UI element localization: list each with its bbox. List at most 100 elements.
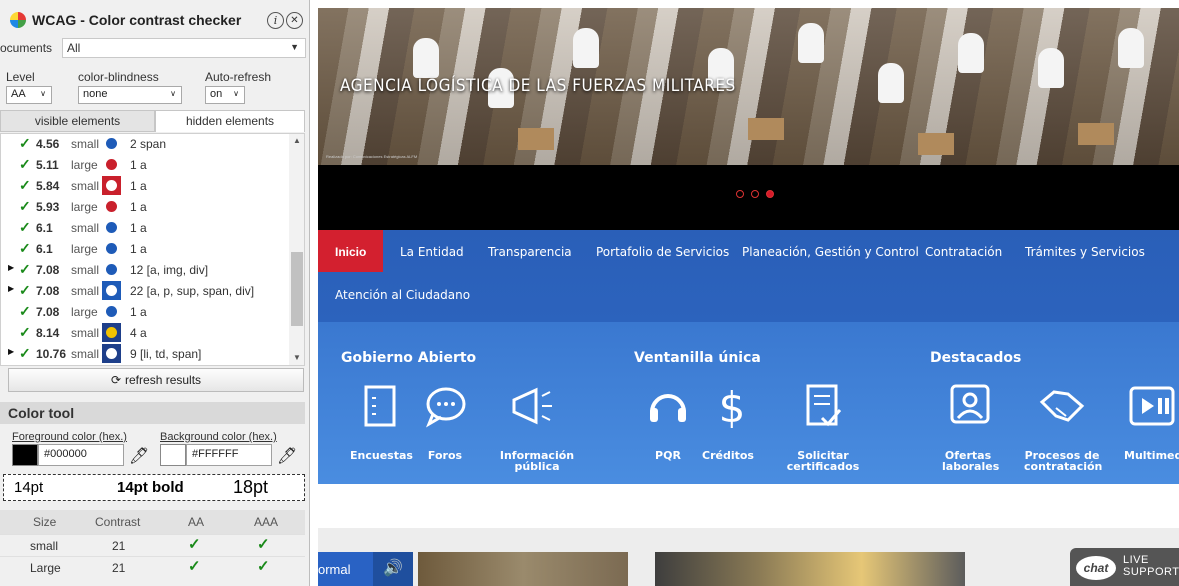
text-size: large [71,242,98,256]
background-swatch[interactable] [160,444,186,466]
expand-arrow-icon[interactable]: ▶ [8,284,14,293]
color-swatch[interactable] [102,344,121,363]
scroll-thumb[interactable] [291,252,303,326]
nav-item-atencion[interactable]: Atención al Ciudadano [335,288,470,302]
nav-item-contratacion[interactable]: Contratación [925,245,1002,259]
service-creditos[interactable]: Créditos [700,450,756,461]
dollar-icon[interactable]: $ [708,382,756,430]
scroll-up-icon[interactable]: ▲ [293,136,301,145]
result-row[interactable]: ▶ ✓ 7.08 small 12 [a, img, div] [1,260,289,279]
multimedia-icon[interactable] [1128,382,1176,430]
color-swatch[interactable] [102,323,121,342]
live-label: LIVE [1123,554,1149,566]
info-icon[interactable]: i [267,12,284,29]
wcag-panel: WCAG - Color contrast checker i ✕ ocumen… [0,0,310,586]
main-nav: Inicio La Entidad Transparencia Portafol… [318,230,1179,322]
color-swatch[interactable] [102,218,121,237]
foreground-swatch[interactable] [12,444,38,466]
row-size: Large [30,561,61,575]
pass-check-icon: ✓ [19,156,31,172]
result-row[interactable]: ▶ ✓ 7.08 small 22 [a, p, sup, span, div] [1,281,289,300]
result-row[interactable]: ✓ 8.14 small 4 a [1,323,289,342]
scroll-down-icon[interactable]: ▼ [293,353,301,362]
nav-item-planeacion[interactable]: Planeación, Gestión y Control [742,245,919,259]
service-informacion-publica[interactable]: Información pública [482,450,592,472]
result-row[interactable]: ▶ ✓ 10.76 small 9 [li, td, span] [1,344,289,363]
nav-item-transparencia[interactable]: Transparencia [488,245,572,259]
news-thumbnail[interactable] [655,552,965,586]
contrast-toggle-button[interactable]: ormal [318,552,373,586]
result-row[interactable]: ✓ 7.08 large 1 a [1,302,289,321]
chevron-down-icon: ∨ [40,89,46,98]
level-select[interactable]: AA ∨ [6,86,52,104]
color-swatch[interactable] [102,197,121,216]
tab-visible-elements[interactable]: visible elements [0,110,155,132]
element-count: 1 a [130,305,147,319]
news-thumbnail[interactable] [418,552,628,586]
result-row[interactable]: ✓ 5.84 small 1 a [1,176,289,195]
row-contrast: 21 [112,561,126,575]
result-row[interactable]: ✓ 6.1 large 1 a [1,239,289,258]
expand-arrow-icon[interactable]: ▶ [8,263,14,272]
hero-banner[interactable]: AGENCIA LOGÍSTICA DE LAS FUERZAS MILITAR… [318,8,1179,165]
contrast-ratio: 4.56 [36,137,60,151]
headset-icon[interactable] [644,382,692,430]
color-swatch[interactable] [102,281,121,300]
certificate-icon[interactable] [798,382,846,430]
service-certificados[interactable]: Solicitar certificados [768,450,878,472]
nav-item-portafolio[interactable]: Portafolio de Servicios [596,245,729,259]
pass-check-icon: ✓ [19,135,31,151]
color-swatch[interactable] [102,260,121,279]
result-row[interactable]: ✓ 5.93 large 1 a [1,197,289,216]
slider-dot-3[interactable] [766,190,774,198]
expand-arrow-icon[interactable]: ▶ [8,347,14,356]
service-ofertas-laborales[interactable]: Ofertas laborales [942,450,999,472]
audio-icon[interactable]: 🔊 [373,552,413,586]
color-swatch[interactable] [102,239,121,258]
service-pqr[interactable]: PQR [648,450,688,461]
handshake-icon[interactable] [1038,382,1086,430]
documents-select[interactable]: All ▼ [62,38,306,58]
nav-item-inicio[interactable]: Inicio [318,230,383,272]
service-multimedia[interactable]: Multimedi [1124,450,1179,461]
color-swatch[interactable] [102,302,121,321]
result-row[interactable]: ✓ 4.56 small 2 span [1,134,289,153]
pass-check-icon: ✓ [19,324,31,340]
results-scrollbar[interactable]: ▲ ▼ [289,134,304,365]
colorblind-select[interactable]: none ∨ [78,86,182,104]
slider-dot-2[interactable] [751,190,759,198]
text-samples: 14pt 14pt bold 18pt [3,474,305,501]
foreground-input[interactable]: #000000 [38,444,124,466]
nav-item-tramites[interactable]: Trámites y Servicios [1025,245,1145,259]
result-row[interactable]: ✓ 6.1 small 1 a [1,218,289,237]
slider-dot-1[interactable] [736,190,744,198]
element-count: 1 a [130,200,147,214]
text-size: large [71,305,98,319]
eyedropper-icon[interactable]: 🖊 [129,446,149,466]
element-count: 1 a [130,221,147,235]
megaphone-icon[interactable] [508,382,556,430]
color-swatch[interactable] [102,176,121,195]
job-offer-icon[interactable] [946,382,994,430]
result-row[interactable]: ✓ 5.11 large 1 a [1,155,289,174]
service-encuestas[interactable]: Encuestas [350,450,413,461]
color-swatch[interactable] [102,134,121,153]
chat-bubble-icon[interactable] [421,382,469,430]
close-icon[interactable]: ✕ [286,12,303,29]
live-support-button[interactable]: chat LIVE SUPPORT [1070,548,1179,586]
tab-hidden-elements[interactable]: hidden elements [155,110,305,132]
contrast-ratio: 6.1 [36,221,53,235]
nav-item-la-entidad[interactable]: La Entidad [400,245,464,259]
survey-icon[interactable] [356,382,404,430]
contrast-ratio: 10.76 [36,347,67,361]
service-foros[interactable]: Foros [424,450,466,461]
eyedropper-icon[interactable]: 🖊 [277,446,297,466]
refresh-results-button[interactable]: ⟳ refresh results [8,368,304,392]
autorefresh-select[interactable]: on ∨ [205,86,245,104]
color-swatch[interactable] [102,155,121,174]
results-list: ✓ 4.56 small 2 span ✓ 5.11 large 1 a ✓ 5.84 small 1… [0,133,305,366]
background-input[interactable]: #FFFFFF [186,444,272,466]
pass-check-icon: ✓ [19,198,31,214]
text-size: small [71,221,100,235]
service-procesos-contratacion[interactable]: Procesos de contratación [1024,450,1102,472]
